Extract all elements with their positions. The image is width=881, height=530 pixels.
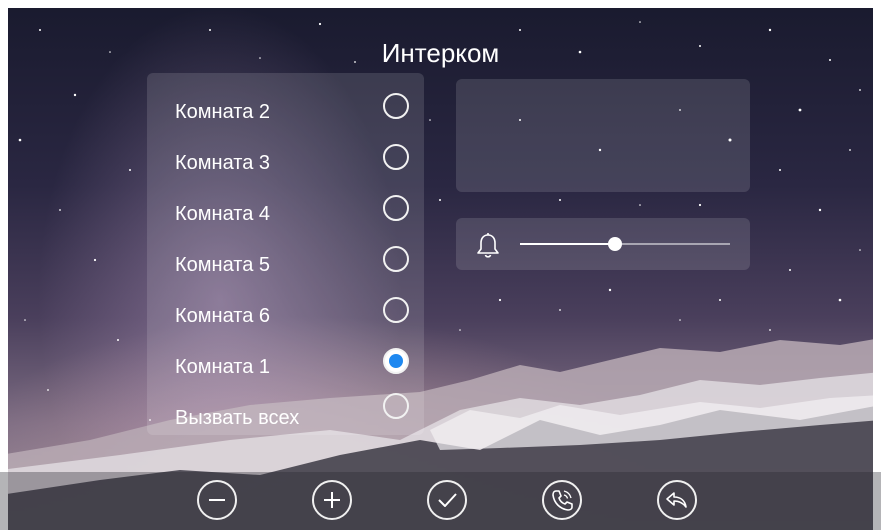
bell-icon [477,233,499,258]
back-icon [666,492,687,508]
plus-button[interactable] [312,480,352,520]
intercom-screen: Интерком Комната 2 Комната 3 Комната 4 К… [0,0,881,530]
room-item-label: Комната 1 [175,356,270,378]
check-icon [438,493,457,507]
bottom-toolbar [0,472,881,530]
room-item-label: Комната 5 [175,254,270,276]
room-radio[interactable] [383,93,409,119]
call-all-item[interactable]: Вызвать всех [147,393,424,439]
room-item-5[interactable]: Комната 5 [147,246,424,286]
room-item-label: Комната 3 [175,152,270,174]
room-item-label: Вызвать всех [175,407,300,429]
room-radio[interactable] [383,195,409,221]
room-radio-selected[interactable] [383,348,409,374]
plus-icon [324,492,340,508]
room-item-4[interactable]: Комната 4 [147,195,424,235]
call-button[interactable] [542,480,582,520]
room-radio[interactable] [383,246,409,272]
room-list: Комната 2 Комната 3 Комната 4 Комната 5 … [147,73,424,435]
volume-slider-fill [520,243,615,245]
room-item-label: Комната 2 [175,101,270,123]
screen-frame-left [0,0,8,530]
video-preview-panel [456,79,750,192]
room-item-label: Комната 4 [175,203,270,225]
room-item-label: Комната 6 [175,305,270,327]
screen-frame-top [0,0,881,8]
room-radio[interactable] [383,297,409,323]
minus-icon [209,499,225,501]
room-item-1[interactable]: Комната 1 [147,348,424,388]
room-radio[interactable] [383,144,409,170]
room-item-3[interactable]: Комната 3 [147,144,424,184]
volume-slider[interactable] [520,237,730,251]
phone-icon [552,490,573,511]
room-item-2[interactable]: Комната 2 [147,93,424,133]
volume-panel [456,218,750,270]
radio-dot [389,354,403,368]
minus-button[interactable] [197,480,237,520]
volume-slider-knob[interactable] [607,237,622,251]
screen-frame-right [873,0,881,530]
page-title: Интерком [381,38,500,68]
confirm-button[interactable] [427,480,467,520]
room-item-6[interactable]: Комната 6 [147,297,424,337]
room-radio[interactable] [383,393,409,419]
back-button[interactable] [657,480,697,520]
